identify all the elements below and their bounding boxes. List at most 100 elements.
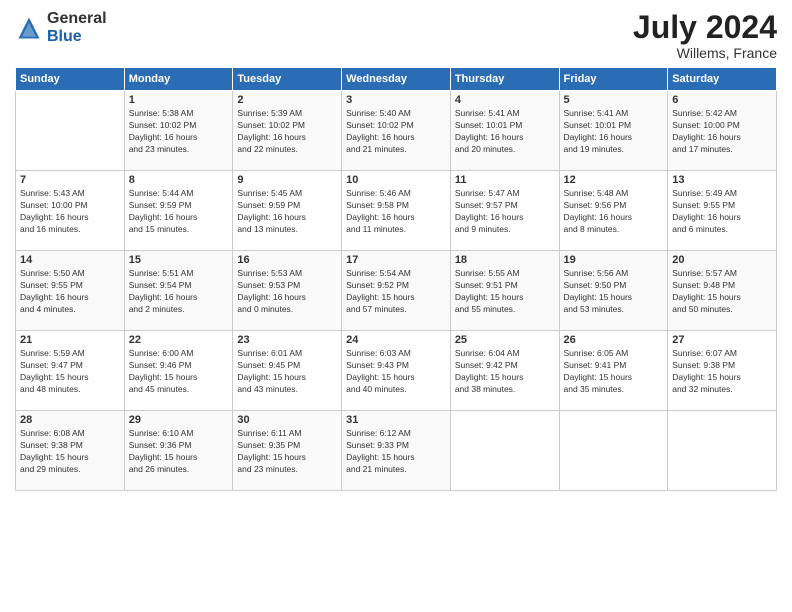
day-cell: 28 Sunrise: 6:08 AM Sunset: 9:38 PM Dayli… xyxy=(16,411,125,491)
week-row-3: 14 Sunrise: 5:50 AM Sunset: 9:55 PM Dayli… xyxy=(16,251,777,331)
day-number: 13 xyxy=(672,174,772,186)
day-cell: 4 Sunrise: 5:41 AM Sunset: 10:01 PM Dayli… xyxy=(450,91,559,171)
day-number: 7 xyxy=(20,174,120,186)
header-row: SundayMondayTuesdayWednesdayThursdayFrid… xyxy=(16,68,777,91)
day-info: Sunrise: 6:11 AM Sunset: 9:35 PM Dayligh… xyxy=(237,428,337,476)
day-info: Sunrise: 5:51 AM Sunset: 9:54 PM Dayligh… xyxy=(129,268,229,316)
week-row-4: 21 Sunrise: 5:59 AM Sunset: 9:47 PM Dayli… xyxy=(16,331,777,411)
day-number: 14 xyxy=(20,254,120,266)
day-info: Sunrise: 5:49 AM Sunset: 9:55 PM Dayligh… xyxy=(672,188,772,236)
day-info: Sunrise: 6:10 AM Sunset: 9:36 PM Dayligh… xyxy=(129,428,229,476)
day-number: 21 xyxy=(20,334,120,346)
day-number: 8 xyxy=(129,174,229,186)
day-cell: 10 Sunrise: 5:46 AM Sunset: 9:58 PM Dayli… xyxy=(342,171,451,251)
day-number: 26 xyxy=(564,334,664,346)
day-info: Sunrise: 5:50 AM Sunset: 9:55 PM Dayligh… xyxy=(20,268,120,316)
day-number: 29 xyxy=(129,414,229,426)
day-number: 10 xyxy=(346,174,446,186)
week-row-2: 7 Sunrise: 5:43 AM Sunset: 10:00 PM Dayli… xyxy=(16,171,777,251)
day-cell: 16 Sunrise: 5:53 AM Sunset: 9:53 PM Dayli… xyxy=(233,251,342,331)
day-cell: 5 Sunrise: 5:41 AM Sunset: 10:01 PM Dayli… xyxy=(559,91,668,171)
day-info: Sunrise: 5:59 AM Sunset: 9:47 PM Dayligh… xyxy=(20,348,120,396)
day-number: 31 xyxy=(346,414,446,426)
day-number: 24 xyxy=(346,334,446,346)
page-container: General Blue July 2024 Willems, France S… xyxy=(0,0,792,501)
day-number: 9 xyxy=(237,174,337,186)
day-info: Sunrise: 5:56 AM Sunset: 9:50 PM Dayligh… xyxy=(564,268,664,316)
day-info: Sunrise: 5:48 AM Sunset: 9:56 PM Dayligh… xyxy=(564,188,664,236)
day-number: 1 xyxy=(129,94,229,106)
day-info: Sunrise: 5:46 AM Sunset: 9:58 PM Dayligh… xyxy=(346,188,446,236)
day-cell: 11Sunrise: 5:47 AM Sunset: 9:57 PM Dayli… xyxy=(450,171,559,251)
day-cell: 21 Sunrise: 5:59 AM Sunset: 9:47 PM Dayli… xyxy=(16,331,125,411)
day-number: 2 xyxy=(237,94,337,106)
day-info: Sunrise: 6:01 AM Sunset: 9:45 PM Dayligh… xyxy=(237,348,337,396)
day-cell: 13 Sunrise: 5:49 AM Sunset: 9:55 PM Dayli… xyxy=(668,171,777,251)
day-cell: 19 Sunrise: 5:56 AM Sunset: 9:50 PM Dayli… xyxy=(559,251,668,331)
day-cell: 17 Sunrise: 5:54 AM Sunset: 9:52 PM Dayli… xyxy=(342,251,451,331)
day-number: 25 xyxy=(455,334,555,346)
day-number: 4 xyxy=(455,94,555,106)
day-number: 17 xyxy=(346,254,446,266)
day-cell: 24Sunrise: 6:03 AM Sunset: 9:43 PM Dayli… xyxy=(342,331,451,411)
day-number: 30 xyxy=(237,414,337,426)
day-cell: 12 Sunrise: 5:48 AM Sunset: 9:56 PM Dayli… xyxy=(559,171,668,251)
day-number: 28 xyxy=(20,414,120,426)
day-info: Sunrise: 5:55 AM Sunset: 9:51 PM Dayligh… xyxy=(455,268,555,316)
day-info: Sunrise: 5:41 AM Sunset: 10:01 PM Daylig… xyxy=(455,108,555,156)
column-header-sunday: Sunday xyxy=(16,68,125,91)
day-number: 12 xyxy=(564,174,664,186)
day-info: Sunrise: 6:12 AM Sunset: 9:33 PM Dayligh… xyxy=(346,428,446,476)
day-cell: 6 Sunrise: 5:42 AM Sunset: 10:00 PM Dayli… xyxy=(668,91,777,171)
column-header-tuesday: Tuesday xyxy=(233,68,342,91)
day-cell xyxy=(16,91,125,171)
day-cell: 3 Sunrise: 5:40 AM Sunset: 10:02 PM Dayli… xyxy=(342,91,451,171)
column-header-monday: Monday xyxy=(124,68,233,91)
day-info: Sunrise: 5:40 AM Sunset: 10:02 PM Daylig… xyxy=(346,108,446,156)
day-cell: 7 Sunrise: 5:43 AM Sunset: 10:00 PM Dayli… xyxy=(16,171,125,251)
day-number: 27 xyxy=(672,334,772,346)
day-number: 5 xyxy=(564,94,664,106)
day-cell: 29 Sunrise: 6:10 AM Sunset: 9:36 PM Dayli… xyxy=(124,411,233,491)
day-info: Sunrise: 6:05 AM Sunset: 9:41 PM Dayligh… xyxy=(564,348,664,396)
day-number: 18 xyxy=(455,254,555,266)
day-info: Sunrise: 6:04 AM Sunset: 9:42 PM Dayligh… xyxy=(455,348,555,396)
column-header-wednesday: Wednesday xyxy=(342,68,451,91)
day-cell: 9Sunrise: 5:45 AM Sunset: 9:59 PM Daylig… xyxy=(233,171,342,251)
title-block: July 2024 Willems, France xyxy=(633,10,777,61)
day-number: 23 xyxy=(237,334,337,346)
logo-text: General Blue xyxy=(47,10,107,45)
day-info: Sunrise: 5:53 AM Sunset: 9:53 PM Dayligh… xyxy=(237,268,337,316)
day-number: 20 xyxy=(672,254,772,266)
day-cell: 15 Sunrise: 5:51 AM Sunset: 9:54 PM Dayli… xyxy=(124,251,233,331)
month-year: July 2024 xyxy=(633,10,777,45)
day-cell: 30 Sunrise: 6:11 AM Sunset: 9:35 PM Dayli… xyxy=(233,411,342,491)
column-header-friday: Friday xyxy=(559,68,668,91)
day-cell xyxy=(450,411,559,491)
day-info: Sunrise: 6:00 AM Sunset: 9:46 PM Dayligh… xyxy=(129,348,229,396)
day-number: 19 xyxy=(564,254,664,266)
day-cell: 18 Sunrise: 5:55 AM Sunset: 9:51 PM Dayli… xyxy=(450,251,559,331)
day-info: Sunrise: 5:57 AM Sunset: 9:48 PM Dayligh… xyxy=(672,268,772,316)
logo-general: General xyxy=(47,10,107,28)
day-cell: 20 Sunrise: 5:57 AM Sunset: 9:48 PM Dayli… xyxy=(668,251,777,331)
day-cell xyxy=(559,411,668,491)
day-info: Sunrise: 5:41 AM Sunset: 10:01 PM Daylig… xyxy=(564,108,664,156)
day-info: Sunrise: 6:07 AM Sunset: 9:38 PM Dayligh… xyxy=(672,348,772,396)
column-header-saturday: Saturday xyxy=(668,68,777,91)
day-info: Sunrise: 5:43 AM Sunset: 10:00 PM Daylig… xyxy=(20,188,120,236)
day-cell: 25 Sunrise: 6:04 AM Sunset: 9:42 PM Dayli… xyxy=(450,331,559,411)
day-info: Sunrise: 5:38 AM Sunset: 10:02 PM Daylig… xyxy=(129,108,229,156)
day-info: Sunrise: 6:08 AM Sunset: 9:38 PM Dayligh… xyxy=(20,428,120,476)
column-header-thursday: Thursday xyxy=(450,68,559,91)
day-number: 6 xyxy=(672,94,772,106)
day-info: Sunrise: 5:54 AM Sunset: 9:52 PM Dayligh… xyxy=(346,268,446,316)
day-cell: 23 Sunrise: 6:01 AM Sunset: 9:45 PM Dayli… xyxy=(233,331,342,411)
day-cell: 22Sunrise: 6:00 AM Sunset: 9:46 PM Dayli… xyxy=(124,331,233,411)
day-info: Sunrise: 5:42 AM Sunset: 10:00 PM Daylig… xyxy=(672,108,772,156)
day-number: 15 xyxy=(129,254,229,266)
logo-icon xyxy=(15,14,43,42)
day-info: Sunrise: 5:44 AM Sunset: 9:59 PM Dayligh… xyxy=(129,188,229,236)
day-number: 16 xyxy=(237,254,337,266)
day-number: 3 xyxy=(346,94,446,106)
